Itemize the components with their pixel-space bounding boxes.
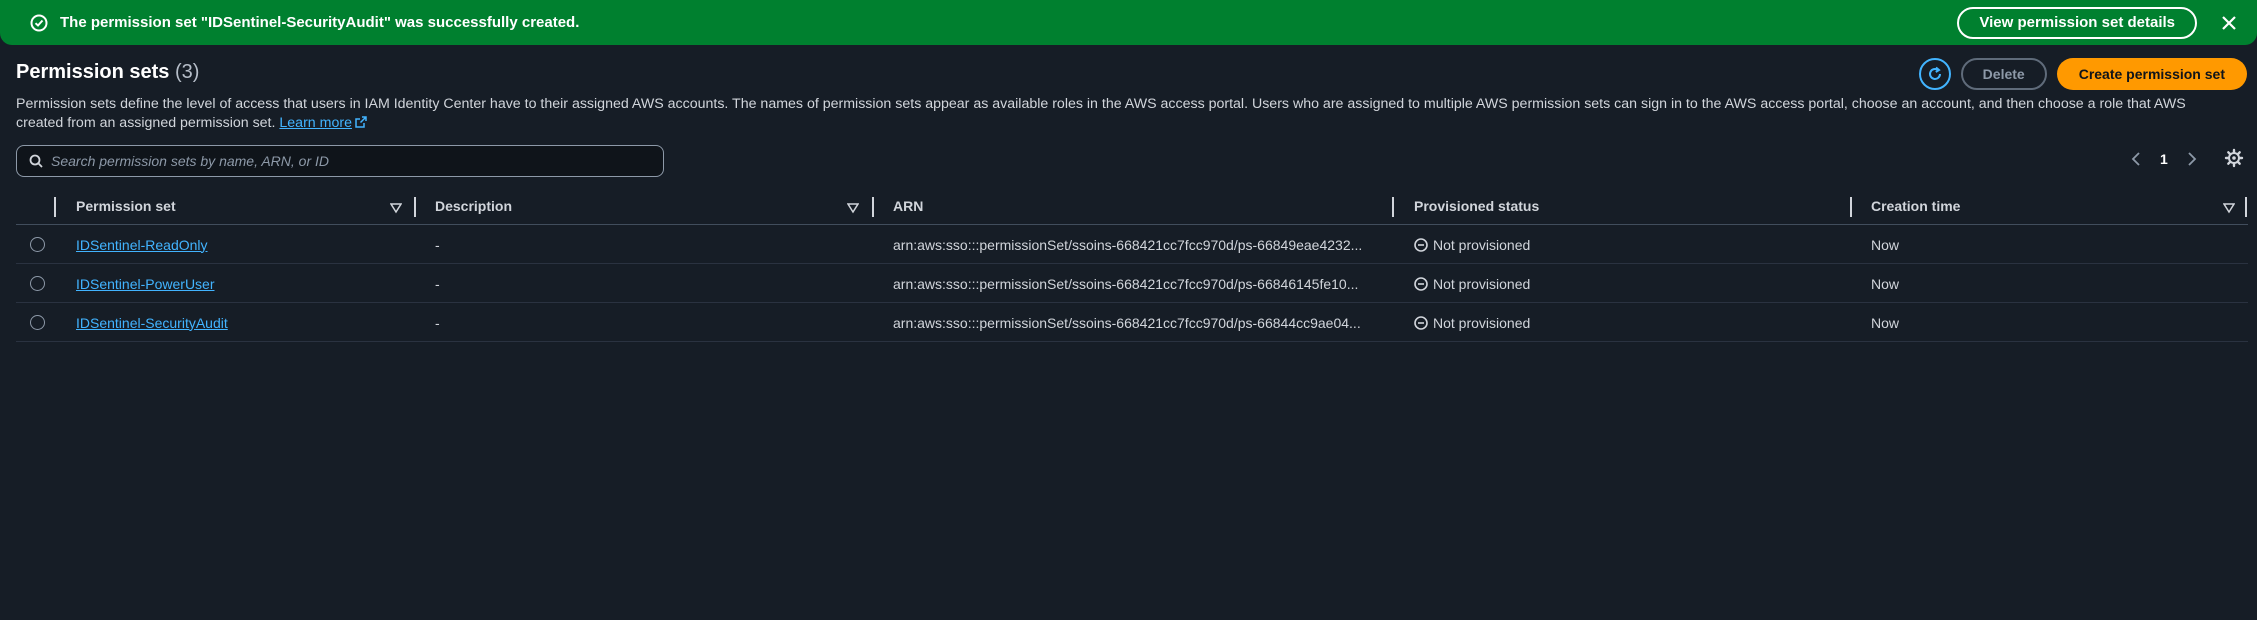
pagination: 1 [2125, 148, 2203, 170]
create-permission-set-button[interactable]: Create permission set [2056, 58, 2247, 90]
arn-cell: arn:aws:sso:::permissionSet/ssoins-66842… [893, 314, 1361, 331]
sort-icon[interactable] [389, 201, 403, 214]
status-text: Not provisioned [1433, 314, 1531, 331]
permission-set-link[interactable]: IDSentinel-ReadOnly [76, 225, 208, 264]
status-cell: Not provisioned [1414, 225, 1530, 264]
arn-cell: arn:aws:sso:::permissionSet/ssoins-66842… [893, 236, 1363, 253]
not-provisioned-icon [1414, 315, 1428, 330]
learn-more-link[interactable]: Learn more [279, 115, 367, 131]
column-divider[interactable] [1850, 197, 1852, 217]
page-description: Permission sets define the level of acce… [16, 95, 2231, 133]
table-row[interactable]: IDSentinel-PowerUser - arn:aws:sso:::per… [16, 264, 2248, 303]
not-provisioned-icon [1414, 276, 1428, 291]
next-page-icon[interactable] [2181, 148, 2203, 170]
sort-icon[interactable] [846, 201, 860, 214]
sort-icon[interactable] [2222, 201, 2236, 214]
view-permission-set-details-button[interactable]: View permission set details [1957, 6, 2197, 39]
external-link-icon [355, 115, 367, 128]
table-header: Permission set Description ARN Provision… [16, 188, 2248, 225]
previous-page-icon[interactable] [2125, 148, 2147, 170]
column-divider[interactable] [2245, 197, 2247, 217]
creation-time-cell: Now [1871, 275, 1900, 292]
column-header-permission-set[interactable]: Permission set [76, 188, 176, 224]
creation-time-cell: Now [1871, 236, 1900, 253]
status-text: Not provisioned [1433, 275, 1531, 292]
status-cell: Not provisioned [1414, 264, 1530, 303]
not-provisioned-icon [1414, 237, 1428, 252]
delete-button[interactable]: Delete [1960, 58, 2047, 90]
header-actions: Delete Create permission set [1918, 58, 2247, 90]
page-header: Permission sets (3) Delete Create permis… [16, 58, 2247, 94]
close-icon[interactable] [2219, 13, 2239, 33]
learn-more-label: Learn more [279, 115, 352, 131]
row-select-radio[interactable] [30, 276, 45, 291]
permission-sets-table: Permission set Description ARN Provision… [16, 188, 2248, 342]
column-divider [54, 197, 56, 217]
permission-set-count: (3) [174, 61, 200, 83]
permission-set-link[interactable]: IDSentinel-SecurityAudit [76, 303, 228, 342]
status-text: Not provisioned [1433, 236, 1531, 253]
success-flash-bar: The permission set "IDSentinel-SecurityA… [0, 0, 2257, 45]
column-header-description[interactable]: Description [435, 188, 512, 224]
table-row[interactable]: IDSentinel-ReadOnly - arn:aws:sso:::perm… [16, 225, 2248, 264]
gear-icon[interactable] [2224, 148, 2244, 168]
creation-time-cell: Now [1871, 314, 1900, 331]
column-header-creation-time[interactable]: Creation time [1871, 188, 1960, 224]
column-divider[interactable] [414, 197, 416, 217]
column-header-provisioned-status[interactable]: Provisioned status [1414, 188, 1539, 224]
arn-cell: arn:aws:sso:::permissionSet/ssoins-66842… [893, 275, 1359, 292]
refresh-button[interactable] [1918, 58, 1951, 90]
column-divider[interactable] [1392, 197, 1394, 217]
row-select-radio[interactable] [30, 237, 45, 252]
search-icon [29, 154, 43, 168]
description-cell: - [435, 275, 440, 292]
page-title: Permission sets (3) [16, 61, 199, 84]
column-divider[interactable] [872, 197, 874, 217]
description-cell: - [435, 314, 440, 331]
permission-set-link[interactable]: IDSentinel-PowerUser [76, 264, 215, 303]
description-cell: - [435, 236, 440, 253]
column-header-arn[interactable]: ARN [893, 188, 923, 224]
search-box [16, 145, 664, 177]
status-cell: Not provisioned [1414, 303, 1530, 342]
check-circle-icon [30, 14, 48, 32]
row-select-radio[interactable] [30, 315, 45, 330]
current-page-number[interactable]: 1 [2160, 151, 2168, 167]
flash-message: The permission set "IDSentinel-SecurityA… [60, 14, 580, 31]
page-title-text: Permission sets [16, 61, 170, 83]
refresh-icon [1928, 66, 1941, 80]
search-input[interactable] [43, 147, 663, 175]
table-row[interactable]: IDSentinel-SecurityAudit - arn:aws:sso::… [16, 303, 2248, 342]
